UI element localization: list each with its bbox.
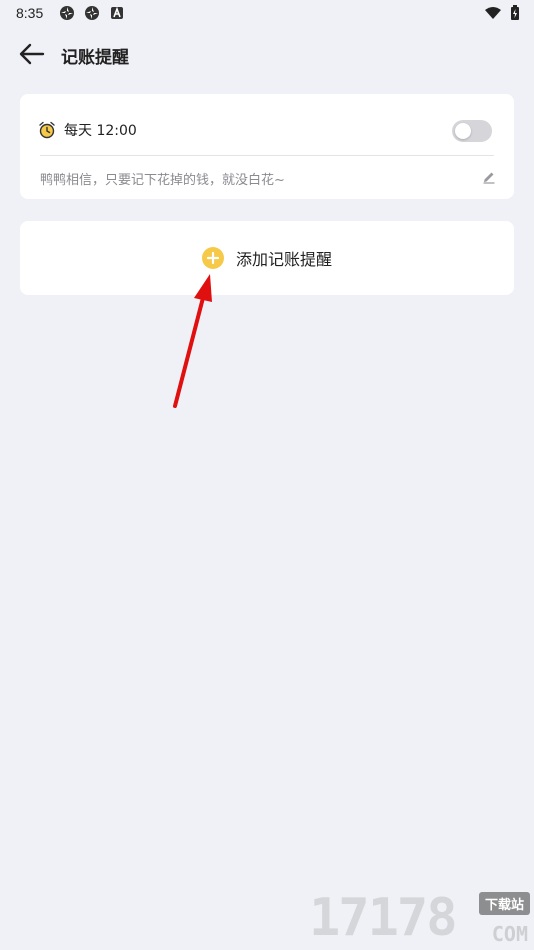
a-icon xyxy=(111,6,123,19)
divider xyxy=(40,155,494,156)
battery-icon xyxy=(511,5,519,20)
watermark-digits: 17178 xyxy=(309,888,458,948)
back-button[interactable] xyxy=(16,38,48,70)
app-icon-2 xyxy=(85,6,99,20)
reminder-time: 每天 12:00 xyxy=(64,123,137,139)
reminder-toggle[interactable] xyxy=(452,120,492,142)
app-icon-1 xyxy=(60,6,74,20)
status-bar: 8:35 xyxy=(0,0,534,28)
watermark: 17178 下载站 COM xyxy=(309,888,534,950)
watermark-suffix: COM xyxy=(491,922,528,946)
add-reminder-button[interactable]: 添加记账提醒 xyxy=(20,221,514,295)
back-arrow-icon xyxy=(19,43,45,65)
header: 记账提醒 xyxy=(0,28,534,80)
reminder-row: 每天 12:00 xyxy=(38,116,494,144)
toggle-knob xyxy=(455,123,471,139)
status-time: 8:35 xyxy=(16,5,44,21)
add-reminder-label: 添加记账提醒 xyxy=(235,250,332,269)
page-title: 记账提醒 xyxy=(61,48,129,68)
pencil-icon[interactable] xyxy=(482,170,496,184)
watermark-badge: 下载站 xyxy=(478,892,530,915)
reminder-note[interactable]: 鸭鸭相信，只要记下花掉的钱，就没白花~ xyxy=(40,169,285,188)
annotation-arrow-icon xyxy=(173,274,212,408)
reminder-card: 每天 12:00 鸭鸭相信，只要记下花掉的钱，就没白花~ xyxy=(20,94,514,199)
plus-circle-icon xyxy=(201,247,224,269)
wifi-icon xyxy=(485,7,501,19)
alarm-clock-icon xyxy=(39,121,55,139)
